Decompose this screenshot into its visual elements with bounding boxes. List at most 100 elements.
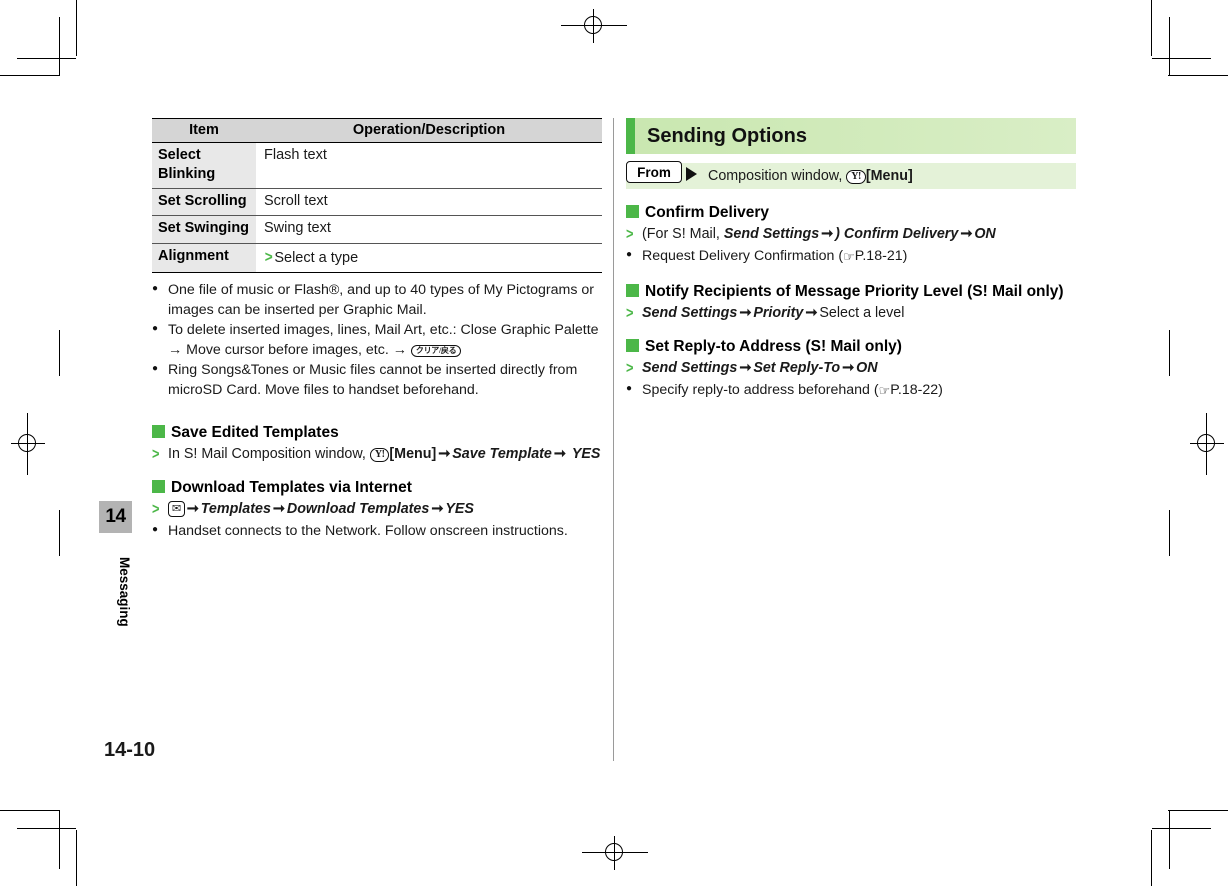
table-cell-item: Alignment	[152, 243, 256, 273]
step-item: Download Templates	[286, 500, 430, 517]
heading-text: Save Edited Templates	[171, 423, 339, 441]
step-notify-priority: > Send Settings ➞ Priority ➞ Select a level	[626, 303, 1076, 323]
arrow-icon: ➞	[842, 359, 855, 376]
note-text: To delete inserted images, lines, Mail A…	[168, 321, 599, 359]
step-item: YES	[571, 445, 601, 462]
from-triangle-icon	[686, 167, 697, 181]
step-arrow-icon: >	[626, 226, 634, 244]
yahoo-key-icon: Y!	[846, 169, 866, 185]
section-banner: Sending Options	[626, 118, 1076, 154]
notes-list: One file of music or Flash®, and up to 4…	[152, 279, 602, 401]
step-item: Templates	[200, 500, 271, 517]
step-confirm-delivery: > (For S! Mail, Send Settings ➞) Confirm D…	[626, 224, 1076, 244]
step-item: ON	[856, 359, 878, 376]
table-cell-item: Set Swinging	[152, 215, 256, 244]
step-prefix: In S! Mail Composition window,	[168, 445, 366, 462]
note-text: Request Delivery Confirmation (	[642, 248, 844, 265]
step-tail: Select a level	[819, 304, 905, 321]
note-post: )	[902, 248, 908, 265]
arrow-icon: ➞	[431, 500, 444, 517]
heading-confirm-delivery: Confirm Delivery	[626, 203, 1076, 223]
arrow-icon: ➞	[821, 226, 834, 243]
step-item: Send Settings	[642, 359, 738, 376]
note-text: Ring Songs&Tones or Music files cannot b…	[168, 362, 578, 399]
table-row: Select Blinking Flash text	[152, 142, 602, 190]
list-item: Request Delivery Confirmation (☞P.18-21)	[626, 245, 1076, 267]
heading-set-reply-to: Set Reply-to Address (S! Mail only)	[626, 337, 1076, 357]
step-item: Save Template	[452, 445, 552, 462]
heading-text: Download Templates via Internet	[171, 478, 412, 496]
heading-text: Set Reply-to Address (S! Mail only)	[645, 337, 902, 355]
right-column: Sending Options From Composition window,…	[626, 118, 1076, 401]
manual-page: 14 Messaging 14-10 Item Operation/Descri…	[0, 0, 1228, 886]
banner-accent-bar	[626, 118, 635, 154]
table-header-item: Item	[152, 118, 256, 143]
list-item: Ring Songs&Tones or Music files cannot b…	[152, 359, 602, 400]
step-item: YES	[445, 500, 474, 517]
green-square-icon	[626, 283, 639, 297]
table-cell-desc: Scroll text	[256, 188, 602, 217]
step-mid: )	[835, 226, 840, 243]
heading-text: Notify Recipients of Message Priority Le…	[645, 282, 1064, 300]
table-row: Alignment > Select a type	[152, 243, 602, 273]
arrow-icon: ➞	[272, 500, 285, 517]
table-cell-item: Select Blinking	[152, 142, 256, 190]
download-notes-list: Handset connects to the Network. Follow …	[152, 520, 602, 541]
heading-notify-priority: Notify Recipients of Message Priority Le…	[626, 282, 1076, 302]
table-row: Set Scrolling Scroll text	[152, 188, 602, 217]
step-item: Send Settings	[642, 304, 738, 321]
mail-key-icon: ✉	[168, 500, 185, 517]
note-text: Handset connects to the Network. Follow …	[168, 522, 568, 539]
step-save-edited-templates: > In S! Mail Composition window, Y! [Menu]…	[152, 444, 602, 464]
green-square-icon	[152, 424, 165, 438]
heading-download-templates: Download Templates via Internet	[152, 478, 602, 498]
arrow-icon: ➞	[739, 304, 752, 321]
step-key-label: [Menu]	[389, 445, 437, 462]
green-square-icon	[626, 205, 639, 218]
note-ref: P.18-21	[854, 248, 903, 265]
step-item: ON	[974, 226, 996, 243]
note-ref: P.18-22	[890, 381, 939, 398]
page-number: 14-10	[104, 739, 156, 761]
green-square-icon	[626, 338, 639, 352]
options-table: Item Operation/Description Select Blinki…	[152, 118, 602, 273]
step-item: Confirm Delivery	[843, 226, 959, 243]
step-arrow-icon: >	[626, 304, 634, 322]
reference-hand-icon: ☞	[843, 250, 855, 266]
table-cell-item: Set Scrolling	[152, 188, 256, 217]
list-item: Handset connects to the Network. Follow …	[152, 520, 602, 541]
note-post: )	[938, 381, 943, 398]
heading-text: Confirm Delivery	[645, 204, 770, 221]
from-row: From Composition window, Y! [Menu]	[626, 161, 1076, 189]
section-title: Sending Options	[647, 124, 807, 147]
yahoo-key-icon: Y!	[369, 447, 390, 463]
table-header-operation: Operation/Description	[256, 118, 602, 143]
from-key-label: [Menu]	[865, 167, 913, 184]
arrow-icon: ➞	[960, 226, 973, 243]
table-header-row: Item Operation/Description	[152, 118, 602, 143]
left-column: Item Operation/Description Select Blinki…	[152, 118, 602, 541]
table-cell-desc-text: Flash text	[264, 147, 327, 163]
step-item: Send Settings	[723, 226, 820, 243]
from-text-label: Composition window,	[708, 167, 843, 184]
heading-save-edited-templates: Save Edited Templates	[152, 423, 602, 443]
list-item: Specify reply-to address beforehand (☞P.…	[626, 379, 1076, 401]
chapter-number-tab: 14	[99, 501, 132, 533]
step-item: Priority	[753, 304, 804, 321]
step-set-reply-to: > Send Settings ➞ Set Reply-To ➞ ON	[626, 358, 1076, 378]
list-item: One file of music or Flash®, and up to 4…	[152, 279, 602, 320]
step-download-templates: > ✉ ➞ Templates ➞ Download Templates ➞ YES	[152, 499, 602, 519]
arrow-icon: ➞	[739, 359, 752, 376]
step-pre: (For S! Mail,	[642, 226, 720, 243]
step-arrow-icon: >	[152, 445, 160, 463]
table-cell-desc: Swing text	[256, 215, 602, 244]
reference-hand-icon: ☞	[878, 383, 891, 399]
from-chip: From	[626, 161, 682, 183]
step-arrow-icon: >	[626, 359, 634, 377]
step-arrow-icon: >	[264, 248, 273, 266]
arrow-icon: ➞	[805, 304, 818, 321]
table-cell-desc-text: Select a type	[274, 249, 359, 266]
note-text: Specify reply-to address beforehand (	[642, 381, 879, 398]
step-arrow-icon: >	[152, 500, 160, 518]
step-item: Set Reply-To	[753, 359, 841, 376]
